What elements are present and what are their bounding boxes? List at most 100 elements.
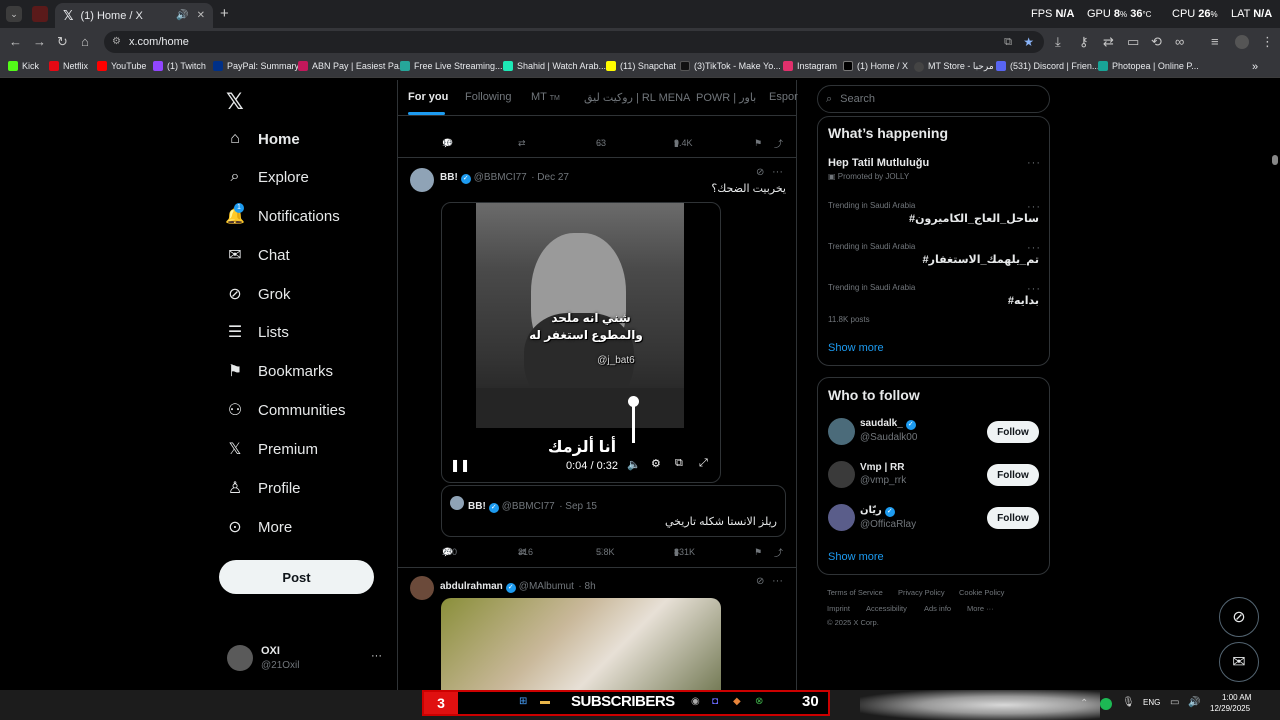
footer-link[interactable]: Privacy Policy (898, 588, 945, 597)
views-button[interactable]: ▮ 9.4K (674, 138, 693, 149)
quoted-tweet[interactable]: BB! ✓ @BBMCI77 · Sep 15 ريلز الانستا شكله … (441, 485, 786, 537)
trend-item[interactable]: Hep Tatil Mutluluğu ▣ Promoted by JOLLY (828, 157, 929, 181)
bookmark-star-icon[interactable]: ★ (1023, 31, 1034, 53)
bookmark-item[interactable]: (1) Home / X (843, 61, 908, 71)
pinned-tab[interactable] (32, 6, 48, 22)
tweet-more-icon[interactable]: ··· (772, 575, 783, 587)
nav-lists[interactable]: ☰ Lists (226, 318, 289, 346)
follow-button[interactable]: Follow (987, 507, 1039, 529)
nav-home[interactable]: ⌂ Home (226, 125, 300, 153)
repost-button[interactable]: ⇄ 316 (518, 547, 533, 558)
nav-bookmarks[interactable]: ⚑ Bookmarks (226, 357, 333, 385)
footer-link[interactable]: Terms of Service (827, 588, 883, 597)
tweet-more-icon[interactable]: ··· (772, 166, 783, 178)
like-button[interactable]: ♡ 5.8K (596, 547, 615, 558)
fullscreen-icon[interactable]: ⤢ (699, 457, 708, 470)
forward-icon[interactable]: → (33, 34, 46, 49)
trend-more-icon[interactable]: ··· (1027, 201, 1041, 213)
pip-icon[interactable]: ⧉ (675, 457, 683, 470)
tweet-author-handle[interactable]: @BBMCI77 (474, 172, 527, 183)
pause-icon[interactable]: ❚❚ (450, 458, 470, 472)
search-input[interactable]: ⌕ Search (817, 85, 1050, 113)
nav-communities[interactable]: ⚇ Communities (226, 396, 346, 424)
tab-for-you[interactable]: For you (408, 91, 448, 103)
url-field[interactable]: ⚙ x.com/home ⧉ ★ (104, 31, 1044, 53)
bookmark-item[interactable]: Netflix (49, 61, 88, 71)
new-tab-button[interactable]: + (220, 5, 229, 22)
tab-powr[interactable]: POWR | باور (696, 91, 756, 104)
follow-button[interactable]: Follow (987, 464, 1039, 486)
tweet-date[interactable]: · 8h (578, 581, 595, 592)
clock-time[interactable]: 1:00 AM (1222, 693, 1251, 702)
start-icon[interactable]: ⊞ (519, 696, 527, 707)
bookmark-item[interactable]: Free Live Streaming... (400, 61, 503, 71)
tab-mt[interactable]: MT TM (531, 91, 560, 103)
volume-slider-thumb[interactable] (628, 396, 639, 407)
clock-date[interactable]: 12/29/2025 (1210, 704, 1250, 713)
home-browser-icon[interactable]: ⌂ (81, 34, 89, 49)
tweet-date[interactable]: · Dec 27 (531, 172, 569, 183)
trend-item[interactable]: Trending in Saudi Arabia #تم_يلهمك_الاست… (828, 242, 1039, 266)
language-indicator[interactable]: ENG (1143, 698, 1160, 707)
tweet-author-name[interactable]: abdulrahman (440, 581, 503, 592)
scrollbar-thumb[interactable] (1272, 155, 1278, 165)
obs-icon[interactable]: ◉ (691, 696, 700, 707)
video-player[interactable]: شني انه ملحد والمطوع استغفر له @j_bat6 أ… (441, 202, 721, 483)
grok-explain-icon[interactable]: ⊘ (756, 167, 764, 178)
tweet-avatar[interactable] (410, 168, 434, 192)
trend-item[interactable]: Trending in Saudi Arabia #ساحل_العاج_الك… (828, 201, 1039, 225)
tab-rl-mena[interactable]: روكيت ليق | RL MENA (584, 91, 690, 104)
history-icon[interactable]: ⟲ (1151, 34, 1162, 50)
card-icon[interactable]: ▭ (1127, 34, 1139, 50)
tab-esports[interactable]: Espor (769, 91, 798, 103)
mic-tray-icon[interactable]: 🎙 (1122, 697, 1135, 708)
reading-list-icon[interactable]: ≡ (1211, 34, 1219, 49)
discord-icon[interactable]: ◘ (712, 696, 718, 707)
install-icon[interactable]: ⧉ (1004, 31, 1012, 53)
follow-button[interactable]: Follow (987, 421, 1039, 443)
network-icon[interactable]: ▭ (1170, 697, 1179, 708)
close-tab-icon[interactable]: ✕ (197, 10, 205, 21)
bookmark-item[interactable]: MT Store - مرحبا (914, 61, 994, 72)
bookmark-item[interactable]: PayPal: Summary (213, 61, 299, 71)
app-icon[interactable]: ◆ (733, 696, 741, 707)
messages-fab-icon[interactable]: ✉ (1219, 642, 1259, 682)
account-menu-icon[interactable]: ··· (371, 650, 382, 662)
trend-item[interactable]: Trending in Saudi Arabia #بدايه 11.8K po… (828, 283, 1039, 324)
share-button[interactable]: ⤴ (774, 137, 783, 150)
views-button[interactable]: ▮ 831K (674, 547, 695, 558)
nav-chat[interactable]: ✉ Chat (226, 241, 289, 269)
volume-slider-track[interactable] (632, 401, 635, 443)
follow-user[interactable]: ريّان ✓ @OfficaRlay (860, 505, 916, 530)
reload-icon[interactable]: ↻ (57, 34, 68, 50)
repost-button[interactable]: ⇄ (518, 138, 526, 149)
bookmark-item[interactable]: (11) Snapchat (606, 61, 676, 71)
follow-user[interactable]: Vmp | RR @vmp_rrk (860, 462, 906, 486)
link-icon[interactable]: ∞ (1175, 34, 1184, 49)
spotify-tray-icon[interactable] (1100, 698, 1112, 710)
tweet-media-image[interactable] (441, 598, 721, 690)
tweet-author-name[interactable]: BB! (440, 172, 458, 183)
account-name[interactable]: OXI (261, 645, 280, 657)
x-logo-icon[interactable]: 𝕏 (226, 89, 244, 115)
bookmark-item[interactable]: Shahid | Watch Arab... (503, 61, 606, 71)
bookmark-button[interactable]: ⚑ (754, 547, 762, 558)
bookmark-item[interactable]: Photopea | Online P... (1098, 61, 1199, 71)
more-bookmarks-icon[interactable]: » (1252, 61, 1258, 73)
translate-icon[interactable]: ⇄ (1103, 34, 1114, 50)
footer-link[interactable]: Cookie Policy (959, 588, 1004, 597)
reply-button[interactable]: 💬 10 (442, 138, 456, 149)
tab-list-button[interactable]: ⌄ (6, 6, 22, 22)
show-more-follow-link[interactable]: Show more (828, 551, 884, 563)
trend-more-icon[interactable]: ··· (1027, 283, 1041, 295)
nav-notifications[interactable]: 🔔 1 Notifications (225, 202, 340, 230)
tab-following[interactable]: Following (465, 91, 511, 103)
reply-button[interactable]: 💬 230 (442, 547, 457, 558)
volume-tray-icon[interactable]: 🔊 (1188, 697, 1200, 708)
show-more-trends-link[interactable]: Show more (828, 342, 884, 354)
trend-more-icon[interactable]: ··· (1027, 157, 1041, 169)
post-button[interactable]: Post (219, 560, 374, 594)
menu-icon[interactable]: ⋮ (1261, 34, 1274, 50)
follow-avatar[interactable] (828, 504, 855, 531)
account-handle[interactable]: @21Oxil (261, 660, 300, 671)
